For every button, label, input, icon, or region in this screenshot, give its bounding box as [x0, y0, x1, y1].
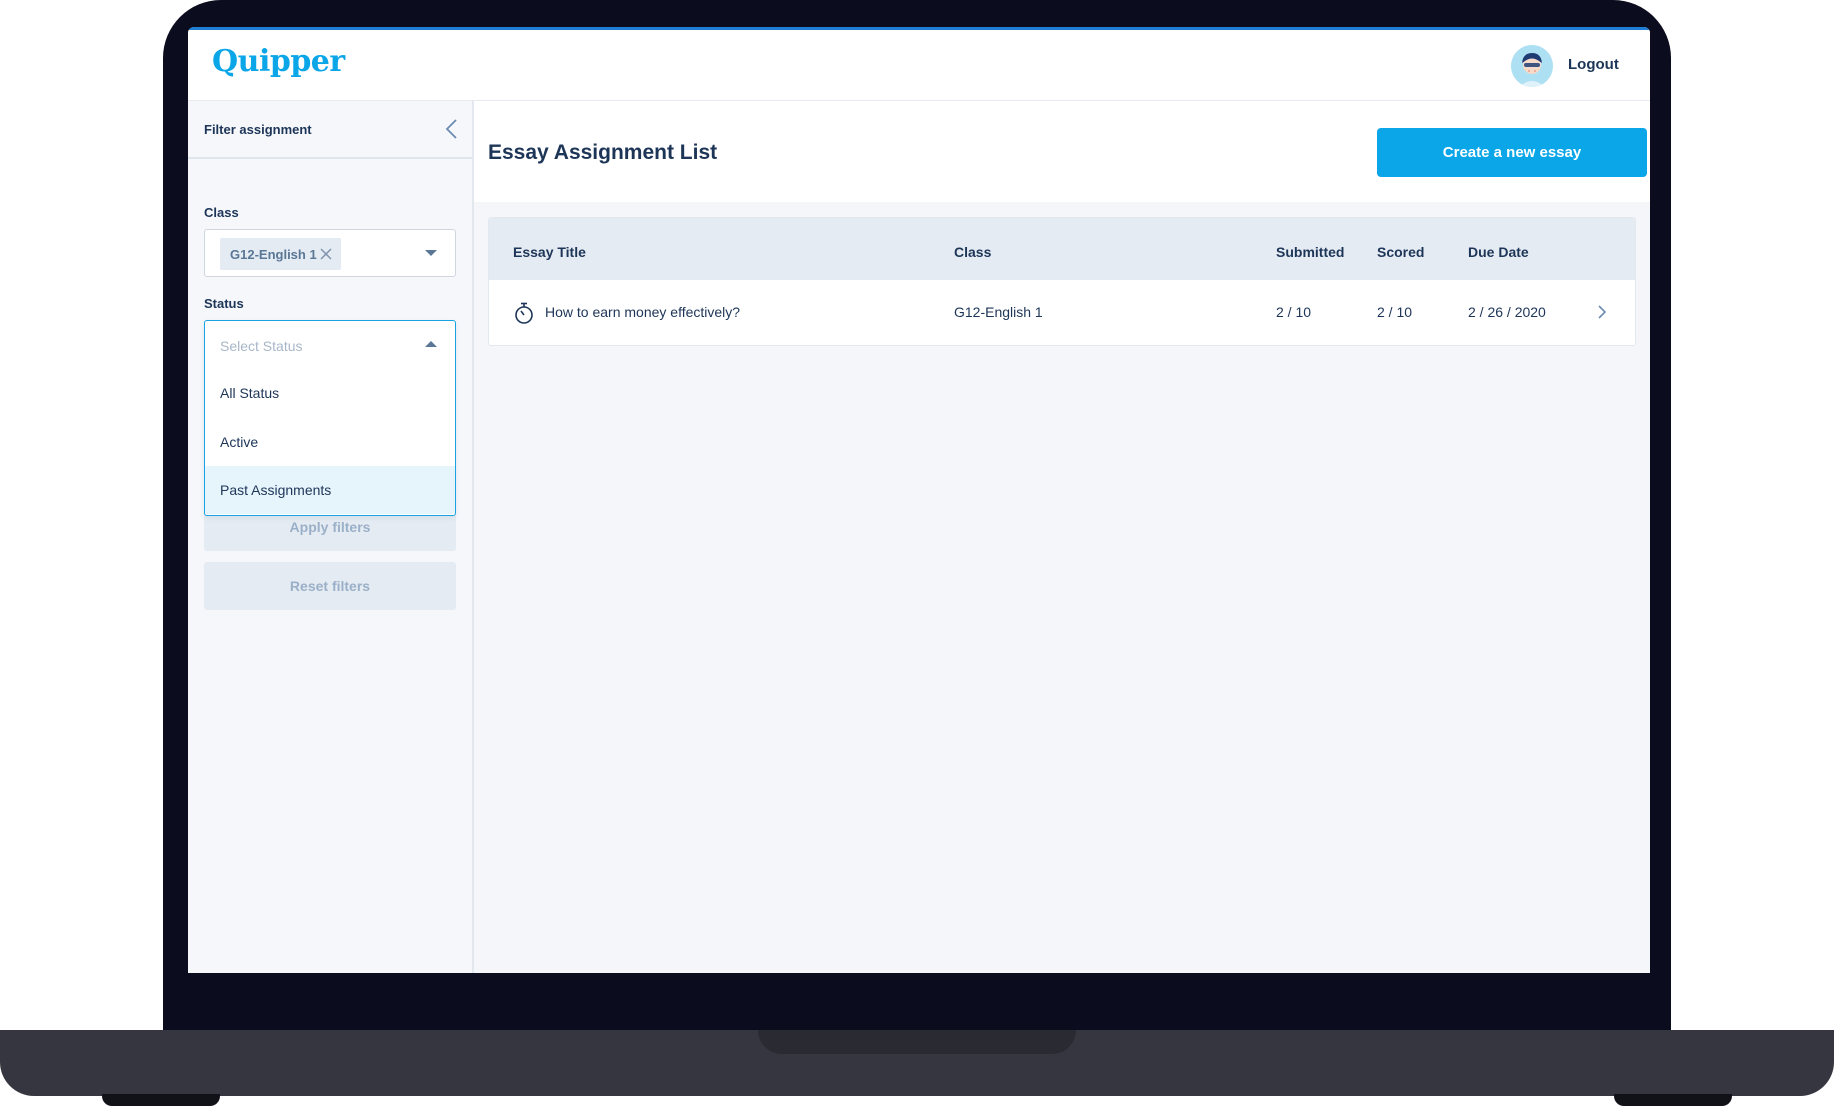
caret-up-icon	[425, 341, 437, 347]
status-option-active[interactable]: Active	[205, 418, 455, 466]
filter-header: Filter assignment	[188, 101, 472, 159]
status-option-past[interactable]: Past Assignments	[205, 466, 455, 514]
status-option-all[interactable]: All Status	[205, 369, 455, 417]
row-due-date: 2 / 26 / 2020	[1468, 304, 1546, 320]
reset-filters-label: Reset filters	[289, 578, 371, 594]
page-title: Essay Assignment List	[488, 141, 718, 164]
user-avatar[interactable]	[1511, 45, 1553, 87]
quipper-logo[interactable]: Quipper	[212, 44, 345, 79]
status-dropdown[interactable]: Select Status All Status Active Past Ass…	[204, 320, 456, 516]
filter-title: Filter assignment	[204, 122, 312, 137]
column-submitted[interactable]: Submitted	[1276, 244, 1344, 260]
table-row[interactable]: How to earn money effectively? G12-Engli…	[489, 280, 1635, 345]
filter-sidebar: Filter assignment Class G12-English 1 St…	[188, 101, 474, 973]
create-essay-button[interactable]: Create a new essay	[1377, 128, 1647, 177]
status-placeholder: Select Status	[220, 338, 303, 354]
laptop-notch	[758, 1030, 1076, 1054]
row-class: G12-English 1	[954, 304, 1043, 320]
status-label: Status	[204, 296, 244, 311]
laptop-frame: Quipper Logout Filter assignment Class G…	[0, 0, 1834, 1106]
status-option-label: Active	[220, 434, 259, 450]
app-header: Quipper Logout	[188, 30, 1650, 101]
class-select[interactable]: G12-English 1	[204, 229, 456, 277]
reset-filters-button[interactable]: Reset filters	[204, 562, 456, 610]
close-icon[interactable]	[319, 247, 333, 261]
status-option-label: Past Assignments	[220, 482, 332, 498]
class-chip-label: G12-English 1	[230, 247, 317, 262]
app-screen: Quipper Logout Filter assignment Class G…	[188, 27, 1650, 973]
caret-down-icon	[425, 250, 437, 256]
status-option-label: All Status	[220, 385, 280, 401]
chevron-right-icon[interactable]	[1597, 304, 1607, 320]
class-label: Class	[204, 205, 239, 220]
chevron-left-icon[interactable]	[444, 118, 460, 140]
row-scored: 2 / 10	[1377, 304, 1413, 320]
laptop-foot-right	[1614, 1094, 1732, 1106]
row-submitted: 2 / 10	[1276, 304, 1312, 320]
apply-filters-label: Apply filters	[289, 519, 371, 535]
column-essay-title[interactable]: Essay Title	[513, 244, 586, 260]
create-essay-label: Create a new essay	[1442, 144, 1582, 161]
class-chip: G12-English 1	[220, 238, 341, 270]
column-class[interactable]: Class	[954, 244, 991, 260]
status-select-field[interactable]: Select Status	[205, 321, 455, 368]
column-scored[interactable]: Scored	[1377, 244, 1424, 260]
stopwatch-icon	[515, 302, 533, 324]
main-header: Essay Assignment List Create a new essay	[474, 101, 1650, 202]
logout-link[interactable]: Logout	[1568, 56, 1619, 73]
row-title: How to earn money effectively?	[545, 304, 741, 320]
column-due-date[interactable]: Due Date	[1468, 244, 1529, 260]
table-header: Essay Title Class Submitted Scored Due D…	[489, 218, 1635, 280]
laptop-foot-left	[102, 1094, 220, 1106]
essay-table: Essay Title Class Submitted Scored Due D…	[488, 217, 1636, 346]
